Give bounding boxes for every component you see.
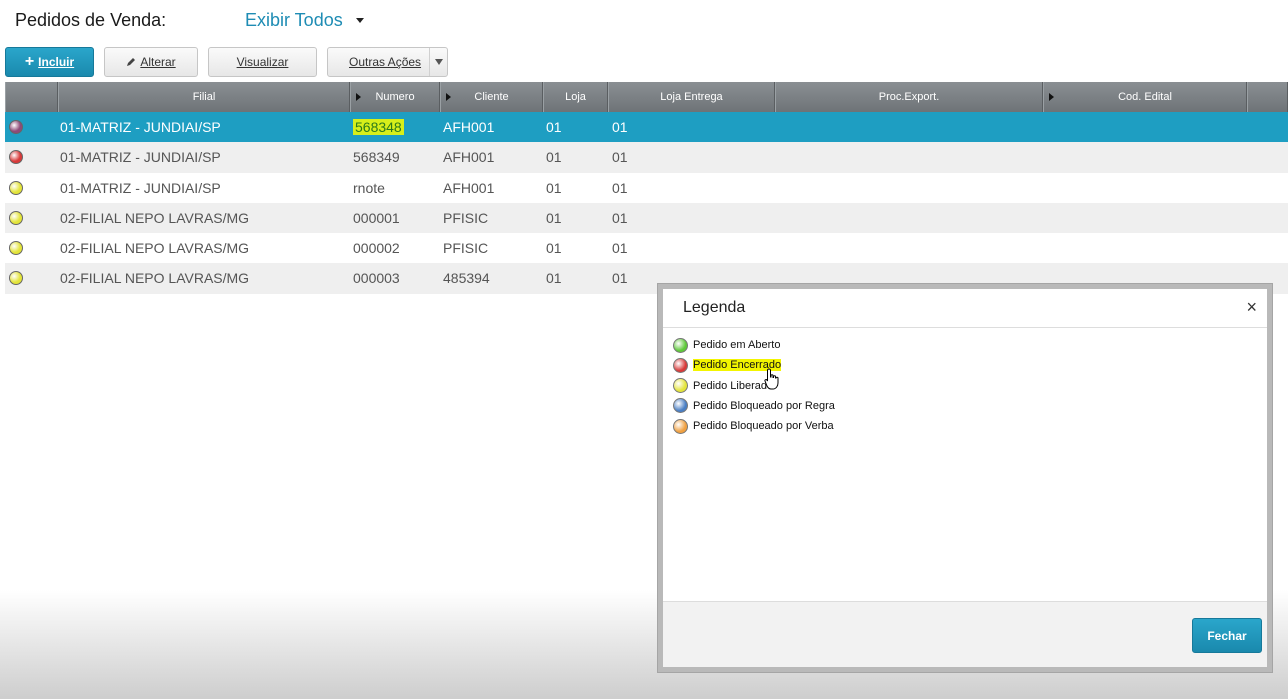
incluir-button[interactable]: + Incluir xyxy=(5,47,94,77)
legend-dot-icon xyxy=(673,418,688,434)
chevron-down-icon[interactable] xyxy=(356,18,364,23)
cell-cliente: PFISIC xyxy=(443,209,489,226)
alterar-button[interactable]: Alterar xyxy=(104,47,198,77)
header-label: Numero xyxy=(375,91,415,103)
page-title: Pedidos de Venda: xyxy=(15,10,167,30)
cell-loja-entrega: 01 xyxy=(612,179,628,196)
status-dot-icon xyxy=(9,210,23,225)
header-label: Filial xyxy=(192,91,216,103)
column-header-cod-edital[interactable]: Cod. Edital xyxy=(1043,82,1247,112)
legend-dialog: Legenda × Pedido em Aberto Pedido Encerra… xyxy=(663,289,1267,667)
status-dot-icon xyxy=(9,150,23,165)
sort-icon xyxy=(446,93,451,101)
table-row[interactable]: 01-MATRIZ - JUNDIAI/SP 568349 AFH001 01 01 xyxy=(5,142,1288,173)
sort-icon xyxy=(356,93,361,101)
top-bar: Pedidos de Venda: Exibir Todos xyxy=(0,0,1288,42)
table-row[interactable]: 01-MATRIZ - JUNDIAI/SP 568348 AFH001 01 01 xyxy=(5,112,1288,143)
status-column-header[interactable] xyxy=(5,82,58,112)
status-dot-icon xyxy=(9,120,23,134)
cell-loja-entrega: 01 xyxy=(612,119,628,135)
cell-loja: 01 xyxy=(546,119,562,135)
cell-cliente: AFH001 xyxy=(443,149,495,166)
cell-loja-entrega: 01 xyxy=(612,149,628,166)
legend-item: Pedido em Aberto xyxy=(673,336,780,354)
cell-cliente: PFISIC xyxy=(443,240,489,257)
legend-dot-icon xyxy=(673,357,688,373)
cell-numero: 568349 xyxy=(353,149,400,166)
status-dot-icon xyxy=(9,271,23,286)
legend-dot-icon xyxy=(673,398,688,414)
legend-label: Pedido Liberado xyxy=(693,379,774,392)
cell-numero: 000001 xyxy=(353,209,400,226)
column-header-filler xyxy=(1247,82,1288,112)
cell-cliente: AFH001 xyxy=(443,119,495,135)
column-header-filial[interactable]: Filial xyxy=(58,82,350,112)
column-header-loja-entrega[interactable]: Loja Entrega xyxy=(608,82,775,112)
status-dot-icon xyxy=(9,180,23,195)
cell-loja: 01 xyxy=(546,179,562,196)
cell-filial: 01-MATRIZ - JUNDIAI/SP xyxy=(60,149,221,166)
cell-cliente: 485394 xyxy=(443,270,490,287)
plus-icon: + xyxy=(24,53,35,70)
header-label: Loja Entrega xyxy=(660,91,723,103)
view-filter-select[interactable]: Exibir Todos xyxy=(245,10,343,31)
cell-loja-entrega: 01 xyxy=(612,240,628,257)
table-row[interactable]: 02-FILIAL NEPO LAVRAS/MG 000002 PFISIC 01 01 xyxy=(5,233,1288,263)
header-label: Cliente xyxy=(474,91,509,103)
cell-filial: 01-MATRIZ - JUNDIAI/SP xyxy=(60,119,221,135)
legend-dot-icon xyxy=(673,378,688,394)
cell-loja: 01 xyxy=(546,209,562,226)
column-header-loja[interactable]: Loja xyxy=(543,82,608,112)
visualizar-button[interactable]: Visualizar xyxy=(208,47,317,77)
legend-label: Pedido em Aberto xyxy=(693,339,781,351)
legend-label: Pedido Bloqueado por Verba xyxy=(693,420,834,433)
column-header-proc-export[interactable]: Proc.Export. xyxy=(775,82,1043,112)
legend-item: Pedido Liberado xyxy=(673,377,773,395)
caret-down-icon xyxy=(434,59,443,65)
cell-loja-entrega: 01 xyxy=(612,209,628,226)
cell-filial: 02-FILIAL NEPO LAVRAS/MG xyxy=(60,270,250,287)
orders-grid: Filial Numero Cliente Loja Loja Entrega … xyxy=(5,82,1288,294)
status-dot-icon xyxy=(9,241,23,256)
header-label: Cod. Edital xyxy=(1118,91,1172,103)
cell-numero: rnote xyxy=(353,179,385,196)
column-header-cliente[interactable]: Cliente xyxy=(440,82,543,112)
dialog-title: Legenda xyxy=(683,299,746,316)
legend-item: Pedido Bloqueado por Verba xyxy=(673,417,834,435)
cell-filial: 02-FILIAL NEPO LAVRAS/MG xyxy=(60,240,250,257)
hand-cursor-icon xyxy=(764,368,779,390)
grid-body: 01-MATRIZ - JUNDIAI/SP 568348 AFH001 01 01 01… xyxy=(5,112,1288,294)
outras-acoes-button[interactable]: Outras Ações xyxy=(327,47,448,77)
column-header-numero[interactable]: Numero xyxy=(350,82,440,112)
cell-loja: 01 xyxy=(546,240,562,257)
legend-dot-icon xyxy=(673,337,688,353)
cell-loja: 01 xyxy=(546,149,562,166)
cell-cliente: AFH001 xyxy=(443,179,495,196)
cell-loja: 01 xyxy=(546,270,562,287)
dialog-footer: Fechar xyxy=(663,601,1267,667)
table-row[interactable]: 02-FILIAL NEPO LAVRAS/MG 000001 PFISIC 01 01 xyxy=(5,202,1288,234)
divider xyxy=(663,327,1267,328)
cell-numero: 568348 xyxy=(353,119,404,135)
incluir-label: Incluir xyxy=(38,55,75,69)
cell-filial: 01-MATRIZ - JUNDIAI/SP xyxy=(60,179,221,196)
sort-icon xyxy=(1049,93,1054,101)
pencil-icon xyxy=(127,58,136,66)
grid-header: Filial Numero Cliente Loja Loja Entrega … xyxy=(5,82,1288,112)
fechar-button[interactable]: Fechar xyxy=(1192,618,1262,653)
cell-numero: 000002 xyxy=(353,240,400,257)
header-label: Loja xyxy=(565,91,586,103)
alterar-label: Alterar xyxy=(140,55,176,69)
outras-acoes-label: Outras Ações xyxy=(349,55,422,69)
visualizar-label: Visualizar xyxy=(236,55,289,69)
cell-filial: 02-FILIAL NEPO LAVRAS/MG xyxy=(60,209,250,226)
close-icon[interactable]: × xyxy=(1246,297,1257,318)
outras-acoes-dropdown[interactable] xyxy=(429,48,447,76)
cell-numero: 000003 xyxy=(353,270,400,287)
cell-loja-entrega: 01 xyxy=(612,270,628,287)
legend-label: Pedido Bloqueado por Regra xyxy=(693,399,835,412)
legend-item: Pedido Bloqueado por Regra xyxy=(673,397,835,415)
header-label: Proc.Export. xyxy=(878,91,940,103)
table-row[interactable]: 01-MATRIZ - JUNDIAI/SP rnote AFH001 01 01 xyxy=(5,173,1288,203)
